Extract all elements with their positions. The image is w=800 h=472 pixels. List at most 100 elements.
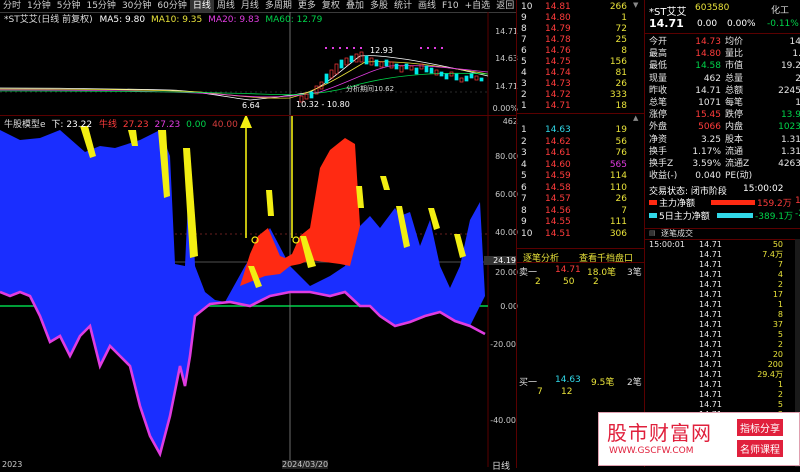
buy-level-row[interactable]: 7 14.57 26 xyxy=(517,194,645,205)
stat-value: 5066 xyxy=(698,122,721,133)
main-chart-svg xyxy=(0,12,489,115)
sell-level-row[interactable]: 3 14.73 26 xyxy=(517,79,645,90)
buy-level-row[interactable]: 4 14.60 565 xyxy=(517,160,645,171)
stat-key-2: 市值 xyxy=(725,61,744,72)
stat-value-2: 4263 xyxy=(778,159,800,169)
sell-level-row[interactable]: 8 14.79 72 xyxy=(517,24,645,35)
stat-key: 昨收 xyxy=(649,85,668,96)
period-tab-5[interactable]: 60分钟 xyxy=(154,0,189,12)
tool-button-6[interactable]: +自选 xyxy=(462,0,494,12)
buy-detail-1: 7 xyxy=(537,387,543,397)
buy-level-row[interactable]: 5 14.59 114 xyxy=(517,171,645,182)
ind-axis-40: 40.00 xyxy=(495,228,518,237)
buy-level-price: 14.58 xyxy=(545,182,571,193)
sell-level-volume: 266 xyxy=(609,2,627,12)
tool-button-1[interactable]: 叠加 xyxy=(343,0,367,12)
tool-button-3[interactable]: 统计 xyxy=(391,0,415,12)
sell-level-row[interactable]: 10 14.81 266 xyxy=(517,2,645,13)
buy-level-volume: 111 xyxy=(609,217,627,227)
sell-one-price: 14.71 xyxy=(555,265,581,275)
buy-level-volume: 56 xyxy=(615,136,627,147)
price-change: 0.00 xyxy=(697,19,718,29)
period-tab-10[interactable]: 更多 xyxy=(295,0,319,12)
sector-label[interactable]: 化工 xyxy=(771,3,789,16)
buy-level-label: 7 xyxy=(521,194,527,204)
buy-level-row[interactable]: 8 14.56 7 xyxy=(517,206,645,217)
period-tab-3[interactable]: 15分钟 xyxy=(83,0,118,12)
sell-level-row[interactable]: 2 14.72 333 xyxy=(517,90,645,101)
sell-level-price: 14.72 xyxy=(545,90,571,100)
buy-level-row[interactable]: 1 14.63 19 xyxy=(517,125,645,136)
trade-row: 14.71 1 xyxy=(645,300,800,310)
buy-level-row[interactable]: 6 14.58 110 xyxy=(517,183,645,194)
period-tab-2[interactable]: 5分钟 xyxy=(54,0,84,12)
period-tab-0[interactable]: 分时 xyxy=(0,0,24,12)
red-area xyxy=(240,138,360,286)
buy-level-row[interactable]: 10 14.51 306 xyxy=(517,229,645,240)
sell-detail-1: 2 xyxy=(535,277,541,287)
trade-volume: 7 xyxy=(777,260,783,269)
buy-level-price: 14.57 xyxy=(545,194,571,204)
sell-detail-2: 50 xyxy=(563,277,575,287)
price-change-pct: 0.00% xyxy=(727,19,756,29)
watermark-title: 股市财富网 xyxy=(607,421,712,445)
buy-one-price: 14.63 xyxy=(555,375,581,385)
tool-button-5[interactable]: F10 xyxy=(439,0,462,12)
sell-level-row[interactable]: 4 14.74 81 xyxy=(517,68,645,79)
sell-level-row[interactable]: 7 14.78 25 xyxy=(517,35,645,46)
sell-level-volume: 156 xyxy=(609,57,627,67)
buy-level-row[interactable]: 2 14.62 56 xyxy=(517,137,645,148)
period-tab-7[interactable]: 周线 xyxy=(214,0,238,12)
sell-level-volume: 8 xyxy=(621,46,627,56)
stat-row: 换手 1.17% 流通 1.31 xyxy=(645,146,800,158)
period-tab-1[interactable]: 1分钟 xyxy=(24,0,54,12)
scroll-down-icon[interactable]: ▼ xyxy=(633,1,638,9)
buy-level-price: 14.51 xyxy=(545,228,571,239)
sell-level-price: 14.78 xyxy=(545,35,571,45)
indicator-chart[interactable]: 牛股模型e 下: 23.22 牛线 27.23 27.23 0.00 40.00… xyxy=(0,102,518,472)
bull-line-label: 牛线 xyxy=(98,120,117,130)
period-tab-6[interactable]: 日线 xyxy=(189,0,214,12)
period-tab-8[interactable]: 月线 xyxy=(238,0,262,12)
main-chart[interactable]: *ST艾艾(日线 前复权) MA5: 9.80 MA10: 9.35 MA20:… xyxy=(0,12,518,116)
buy-level-row[interactable]: 9 14.55 111 xyxy=(517,217,645,228)
sell-one-vol: 18.0笔 xyxy=(587,268,617,278)
tool-button-7[interactable]: 返回 xyxy=(493,0,517,12)
ma60-line xyxy=(0,72,489,96)
sell-level-volume: 26 xyxy=(615,79,627,89)
buy-level-row[interactable]: 3 14.61 76 xyxy=(517,148,645,159)
trade-price: 14.71 xyxy=(699,250,722,259)
tool-button-2[interactable]: 多股 xyxy=(367,0,391,12)
sell-level-price: 14.80 xyxy=(545,13,571,23)
five-day-bar xyxy=(717,213,753,218)
period-tab-9[interactable]: 多周期 xyxy=(262,0,295,12)
ma20-label: MA20: 9.83 xyxy=(208,15,260,25)
stat-key-2: 流通Z xyxy=(725,159,750,169)
trade-price: 14.71 xyxy=(699,370,722,379)
trade-row: 14.71 20 xyxy=(645,350,800,360)
sell-level-label: 2 xyxy=(521,90,527,100)
five-day-right: -2 xyxy=(795,209,800,219)
sell-level-row[interactable]: 5 14.75 156 xyxy=(517,57,645,68)
sell-level-row[interactable]: 9 14.80 1 xyxy=(517,13,645,24)
stat-value-2: 1.31 xyxy=(780,146,800,157)
stat-key: 涨停 xyxy=(649,110,668,121)
stat-value: 0.040 xyxy=(695,171,721,182)
sell-level-label: 9 xyxy=(521,13,527,23)
trade-price: 14.71 xyxy=(699,270,722,279)
period-tab-4[interactable]: 30分钟 xyxy=(119,0,154,12)
stat-row: 外盘 5066 内盘 1023 xyxy=(645,121,800,133)
tool-button-0[interactable]: 复权 xyxy=(319,0,343,12)
trade-volume: 17 xyxy=(772,290,783,299)
stat-row: 净资 3.25 股本 1.31 xyxy=(645,134,800,146)
trade-price: 14.71 xyxy=(699,350,722,359)
scroll-up-icon[interactable]: ▲ xyxy=(633,114,638,122)
sell-level-row[interactable]: 6 14.76 8 xyxy=(517,46,645,57)
tool-button-4[interactable]: 画线 xyxy=(415,0,439,12)
stat-key-2: 总量 xyxy=(725,73,744,84)
sell-level-price: 14.81 xyxy=(545,2,571,12)
sell-level-row[interactable]: 1 14.71 18 xyxy=(517,101,645,112)
yellow-arrows xyxy=(240,102,298,238)
ind-axis-20: 20.00 xyxy=(495,268,518,277)
stat-value-2: 1. xyxy=(792,49,800,60)
